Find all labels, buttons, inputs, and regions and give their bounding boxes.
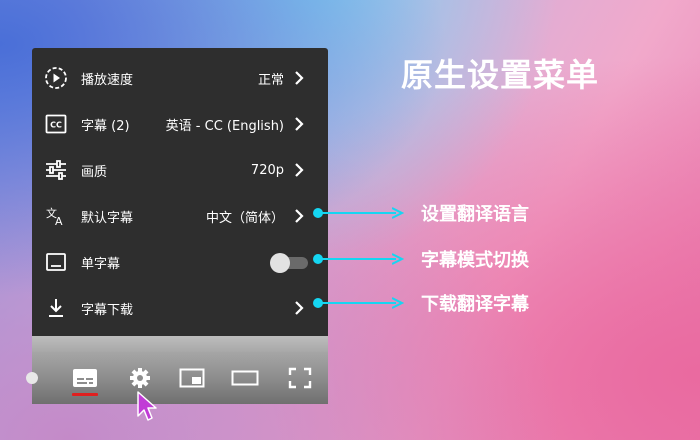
svg-text:CC: CC bbox=[50, 121, 62, 130]
menu-item-label: 字幕 (2) bbox=[81, 118, 130, 134]
chevron-right-icon bbox=[290, 115, 308, 133]
menu-item-subtitle-download[interactable]: 字幕下载 bbox=[32, 285, 328, 331]
settings-menu: 播放速度 正常 CC 字幕 (2) 英语 - CC (English) 画质 7… bbox=[32, 48, 328, 336]
chevron-right-icon bbox=[290, 299, 308, 317]
callout-arrow bbox=[313, 249, 404, 269]
playback-speed-icon bbox=[43, 65, 69, 91]
player-control-bar bbox=[26, 352, 328, 404]
single-subtitle-toggle[interactable] bbox=[270, 252, 310, 273]
single-subtitle-icon bbox=[43, 249, 69, 275]
menu-item-label: 播放速度 bbox=[81, 72, 134, 88]
theater-mode-button[interactable] bbox=[231, 366, 259, 390]
subtitles-active-indicator bbox=[72, 393, 98, 396]
miniplayer-icon bbox=[179, 368, 205, 388]
fullscreen-button[interactable] bbox=[286, 366, 314, 390]
menu-item-subtitles[interactable]: CC 字幕 (2) 英语 - CC (English) bbox=[32, 101, 328, 147]
headline-title: 原生设置菜单 bbox=[401, 56, 600, 94]
menu-item-value: 英语 - CC (English) bbox=[165, 118, 284, 134]
subtitles-button[interactable] bbox=[71, 366, 99, 390]
chevron-right-icon bbox=[290, 69, 308, 87]
quality-sliders-icon bbox=[43, 157, 69, 183]
settings-gear-icon bbox=[130, 368, 150, 388]
menu-item-label: 字幕下载 bbox=[81, 302, 134, 318]
menu-item-playback-speed[interactable]: 播放速度 正常 bbox=[32, 55, 328, 101]
settings-button[interactable] bbox=[126, 366, 154, 390]
fullscreen-icon bbox=[288, 367, 312, 389]
menu-item-label: 画质 bbox=[81, 164, 108, 180]
miniplayer-button[interactable] bbox=[178, 366, 206, 390]
toggle-knob bbox=[270, 253, 290, 273]
translate-icon: 文A bbox=[43, 203, 69, 229]
subtitles-cc-icon: CC bbox=[43, 111, 69, 137]
chevron-right-icon bbox=[290, 207, 308, 225]
menu-item-value: 720p bbox=[250, 162, 284, 178]
download-icon bbox=[43, 295, 69, 321]
video-frame bbox=[32, 336, 328, 352]
menu-item-single-subtitle[interactable]: 单字幕 bbox=[32, 239, 328, 285]
menu-item-label: 单字幕 bbox=[81, 256, 121, 272]
callout-arrow bbox=[313, 203, 404, 223]
callout-text: 设置翻译语言 bbox=[421, 204, 529, 225]
chevron-right-icon bbox=[290, 161, 308, 179]
theater-mode-icon bbox=[231, 370, 259, 386]
menu-item-value: 正常 bbox=[257, 72, 284, 88]
menu-item-quality[interactable]: 画质 720p bbox=[32, 147, 328, 193]
callout-text: 字幕模式切换 bbox=[421, 250, 529, 271]
callout-text: 下载翻译字幕 bbox=[421, 294, 529, 315]
svg-text:A: A bbox=[55, 215, 63, 228]
menu-item-label: 默认字幕 bbox=[81, 210, 134, 226]
menu-item-value: 中文（简体） bbox=[205, 210, 284, 226]
callout-arrow bbox=[313, 293, 404, 313]
volume-slider-handle[interactable] bbox=[26, 372, 38, 384]
subtitles-icon bbox=[73, 369, 97, 387]
video-player: 播放速度 正常 CC 字幕 (2) 英语 - CC (English) 画质 7… bbox=[26, 48, 328, 404]
menu-item-default-subtitle[interactable]: 文A 默认字幕 中文（简体） bbox=[32, 193, 328, 239]
mouse-cursor-icon bbox=[136, 390, 160, 422]
